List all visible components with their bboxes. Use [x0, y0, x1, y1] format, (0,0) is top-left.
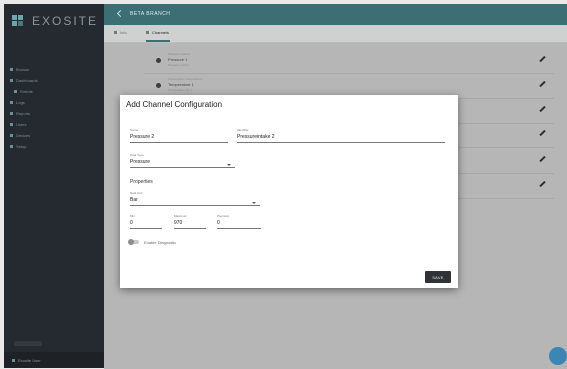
chevron-down-icon: [252, 202, 256, 204]
sidebar-nav: Browse Dashboards Robots Logs Reports Us…: [4, 64, 104, 152]
pressure-icon: [156, 58, 161, 63]
sidebar-item-label: Robots: [20, 89, 33, 94]
save-button[interactable]: SAVE: [425, 271, 451, 283]
min-label: Min: [130, 214, 135, 218]
data-type-underline: [130, 167, 235, 168]
data-unit-label: Data Unit: [130, 191, 143, 195]
precision-label: Precision: [217, 214, 230, 218]
reports-icon: [10, 112, 13, 115]
devices-icon: [10, 134, 13, 137]
list-item-subtitle: Temperature (F) 1: [168, 88, 193, 92]
precision-field[interactable]: Precision 0: [217, 214, 261, 229]
list-item[interactable]: Pressure Sensor Pressure 1 Pressure (psi…: [144, 49, 554, 74]
identifier-field[interactable]: Identifier Pressureintake 2: [237, 128, 445, 143]
identifier-underline: [237, 142, 445, 143]
name-label: Name: [130, 128, 139, 132]
active-tab-indicator: [146, 40, 170, 42]
edit-icon[interactable]: [539, 180, 546, 188]
precision-underline: [217, 228, 261, 229]
diagnostic-toggle[interactable]: [128, 239, 139, 245]
list-item-title: Pressure 1: [168, 57, 188, 62]
edit-icon[interactable]: [539, 155, 546, 163]
temperature-icon: [156, 83, 161, 88]
sidebar-item-setup[interactable]: Setup: [4, 141, 104, 152]
dashboard-icon: [10, 79, 13, 82]
max-underline: [174, 228, 206, 229]
top-bar: BETA BRANCH: [104, 4, 567, 25]
list-item-title: Temperature 1: [168, 82, 194, 87]
sidebar-user-area[interactable]: Exosite User: [4, 352, 104, 368]
logo[interactable]: EXOSITE: [12, 14, 98, 28]
tab-info[interactable]: Info: [114, 30, 127, 35]
dialog-title: Add Channel Configuration: [126, 100, 223, 109]
page-title: BETA BRANCH: [130, 11, 171, 17]
logs-icon: [10, 101, 13, 104]
tab-channels[interactable]: Channels: [146, 30, 169, 35]
name-field[interactable]: Name Pressure 2: [130, 128, 228, 143]
name-value: Pressure 2: [130, 134, 155, 140]
sidebar-item-browse[interactable]: Browse: [4, 64, 104, 75]
add-channel-dialog: Add Channel Configuration Name Pressure …: [120, 95, 458, 288]
info-icon: [114, 31, 117, 34]
sidebar-item-label: Reports: [16, 111, 31, 116]
max-value: 970: [174, 220, 183, 226]
user-icon: [12, 359, 15, 362]
list-item-caption: Temperature Temperature: [168, 77, 203, 81]
setup-icon: [10, 145, 13, 148]
min-underline: [130, 228, 162, 229]
data-type-value: Pressure: [130, 159, 151, 165]
sidebar-item-label: Setup: [16, 144, 27, 149]
sidebar-item-label: Dashboards: [16, 78, 38, 83]
list-item-subtitle: Pressure (psi) 1: [168, 63, 190, 67]
robot-icon: [14, 90, 17, 93]
user-name: Exosite User: [18, 358, 41, 363]
sidebar-item-logs[interactable]: Logs: [4, 97, 104, 108]
users-icon: [10, 123, 13, 126]
sidebar-item-devices[interactable]: Devices: [4, 130, 104, 141]
sidebar-item-robots[interactable]: Robots: [4, 86, 104, 97]
browse-icon: [10, 68, 13, 71]
user-menu[interactable]: Exosite User: [12, 358, 41, 363]
identifier-label: Identifier: [237, 128, 249, 132]
back-arrow-icon[interactable]: [116, 9, 125, 18]
edit-icon[interactable]: [539, 129, 546, 137]
data-unit-select[interactable]: Data Unit Bar: [130, 191, 260, 206]
edit-icon[interactable]: [539, 80, 546, 88]
list-item-caption: Pressure Sensor: [168, 52, 191, 56]
min-field[interactable]: Min 0: [130, 214, 162, 229]
max-field[interactable]: Maximum 970: [174, 214, 206, 229]
logo-text: EXOSITE: [32, 14, 99, 28]
diagnostic-toggle-label: Enable Diagnostic: [144, 240, 177, 245]
sidebar-item-label: Devices: [16, 133, 31, 138]
sidebar-item-label: Logs: [16, 100, 25, 105]
sidebar-item-reports[interactable]: Reports: [4, 108, 104, 119]
sidebar: EXOSITE Browse Dashboards Robots Logs Re…: [4, 4, 104, 368]
data-type-select[interactable]: Data Type Pressure: [130, 153, 235, 168]
toggle-knob: [128, 239, 134, 245]
tab-bar: Info Channels: [104, 25, 567, 43]
data-unit-underline: [130, 205, 260, 206]
tab-label: Info: [120, 30, 127, 35]
sidebar-item-dashboards[interactable]: Dashboards: [4, 75, 104, 86]
help-fab-button[interactable]: [549, 347, 567, 365]
chevron-down-icon: [227, 164, 231, 166]
sidebar-item-label: Browse: [16, 67, 30, 72]
edit-icon[interactable]: [539, 105, 546, 113]
precision-value: 0: [217, 220, 220, 226]
data-type-label: Data Type: [130, 153, 144, 157]
identifier-value: Pressureintake 2: [237, 134, 275, 140]
data-unit-value: Bar: [130, 197, 138, 203]
name-underline: [130, 142, 228, 143]
tab-label: Channels: [152, 30, 169, 35]
edit-icon[interactable]: [539, 55, 546, 63]
channels-icon: [146, 31, 149, 34]
sidebar-pill[interactable]: [14, 341, 42, 346]
properties-heading: Properties: [130, 179, 153, 185]
sidebar-item-label: Users: [16, 122, 27, 127]
max-label: Maximum: [174, 214, 188, 218]
logo-mark-icon: [12, 15, 26, 27]
min-value: 0: [130, 220, 133, 226]
sidebar-item-users[interactable]: Users: [4, 119, 104, 130]
